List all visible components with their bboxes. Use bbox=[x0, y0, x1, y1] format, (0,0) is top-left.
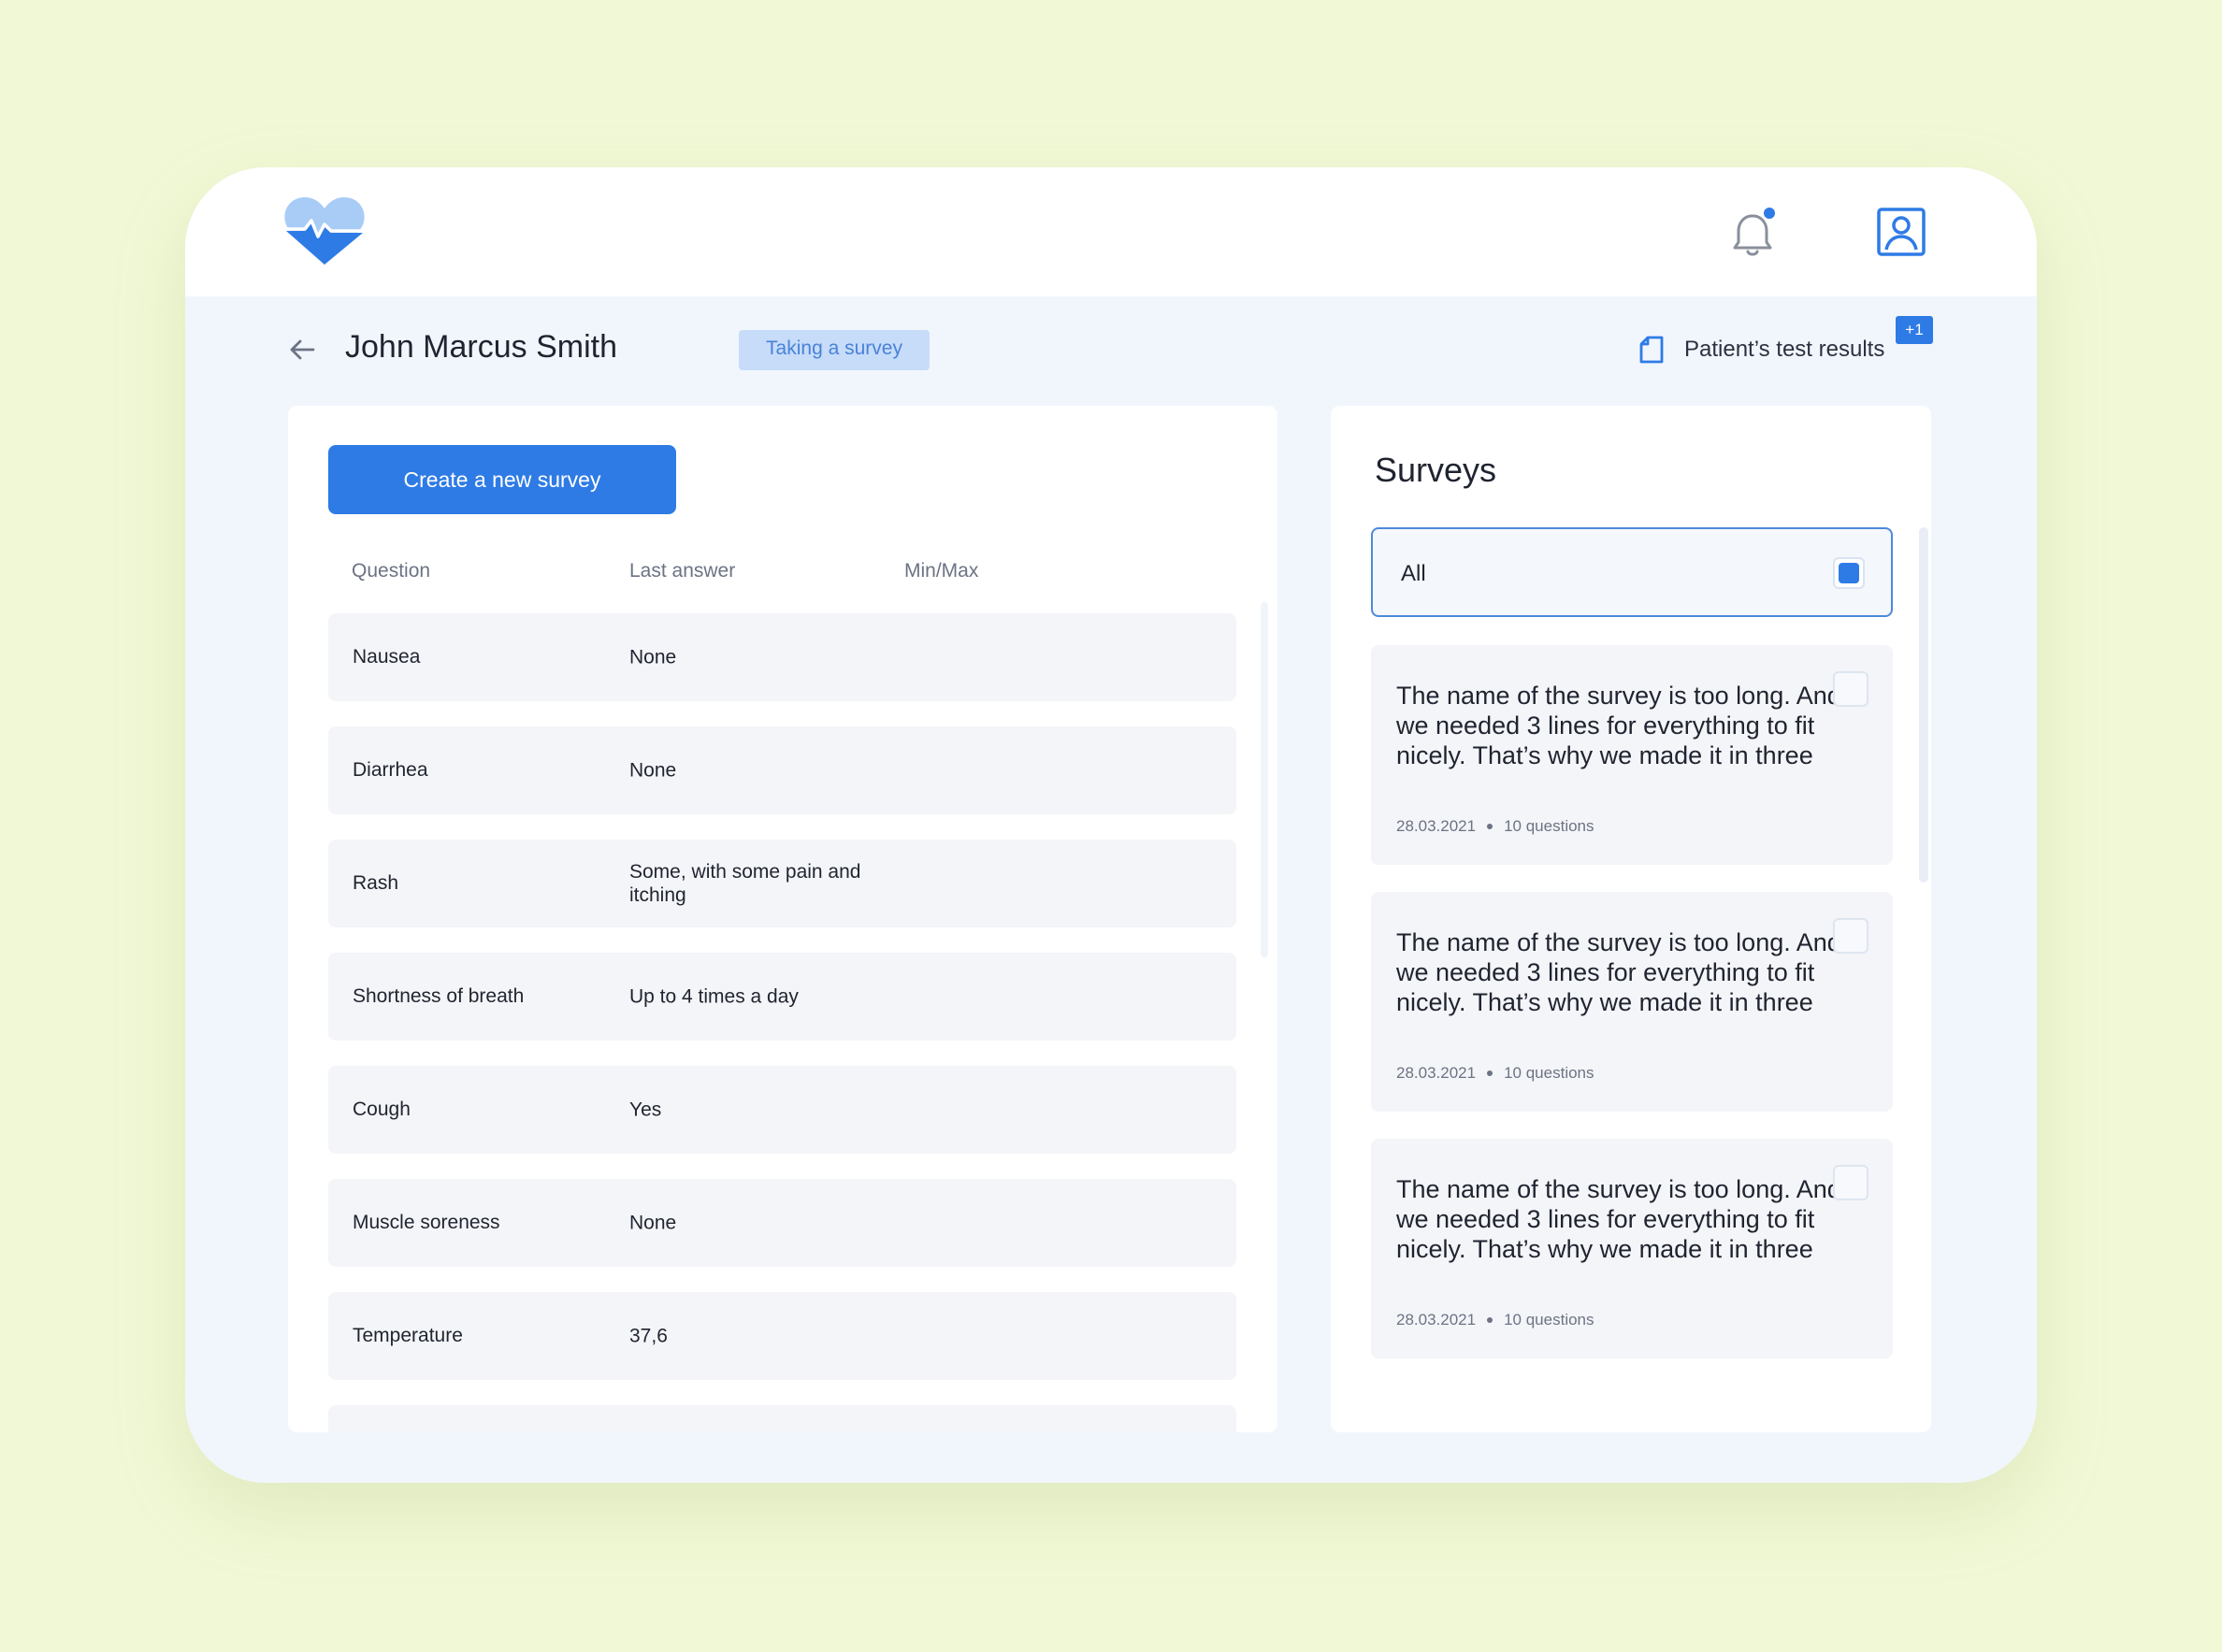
table-row[interactable]: Nausea None bbox=[328, 613, 1236, 701]
bell-icon[interactable] bbox=[1730, 207, 1779, 259]
survey-filter-all[interactable]: All bbox=[1371, 527, 1893, 617]
table-row-partial[interactable] bbox=[328, 1405, 1236, 1432]
survey-checkbox[interactable] bbox=[1833, 918, 1868, 954]
filter-all-label: All bbox=[1401, 561, 1426, 586]
survey-name: The name of the survey is too long. And … bbox=[1396, 928, 1841, 1016]
survey-card[interactable]: The name of the survey is too long. And … bbox=[1371, 1139, 1893, 1358]
test-results-count-badge: +1 bbox=[1896, 316, 1933, 344]
survey-checkbox[interactable] bbox=[1833, 671, 1868, 707]
answer-cell: Some, with some pain and itching bbox=[629, 861, 861, 906]
patient-test-results-link[interactable]: Patient’s test results bbox=[1639, 331, 1884, 368]
question-cell: Cough bbox=[353, 1099, 411, 1120]
top-bar bbox=[185, 167, 2037, 296]
create-survey-button[interactable]: Create a new survey bbox=[328, 445, 676, 514]
survey-name: The name of the survey is too long. And … bbox=[1396, 1175, 1841, 1263]
answer-cell: None bbox=[629, 646, 677, 668]
answer-cell: None bbox=[629, 1212, 677, 1234]
patient-name: John Marcus Smith bbox=[345, 329, 617, 365]
surveys-panel: Surveys All The name of the survey is to… bbox=[1331, 406, 1931, 1432]
survey-date: 28.03.2021 bbox=[1396, 1311, 1477, 1329]
question-cell: Muscle soreness bbox=[353, 1212, 500, 1233]
survey-meta: 28.03.2021 10 questions bbox=[1396, 817, 1594, 836]
column-header-question: Question bbox=[352, 560, 431, 582]
survey-date: 28.03.2021 bbox=[1396, 1064, 1477, 1082]
question-cell: Rash bbox=[353, 872, 399, 894]
survey-meta: 28.03.2021 10 questions bbox=[1396, 1311, 1594, 1329]
document-icon bbox=[1639, 336, 1664, 364]
column-header-min-max: Min/Max bbox=[904, 560, 979, 582]
surveys-scrollbar[interactable] bbox=[1919, 527, 1928, 883]
separator-dot bbox=[1487, 1070, 1493, 1076]
answer-cell: None bbox=[629, 759, 677, 782]
separator-dot bbox=[1487, 824, 1493, 829]
table-row[interactable]: Rash Some, with some pain and itching bbox=[328, 840, 1236, 927]
answer-cell: 37,6 bbox=[629, 1325, 668, 1347]
test-results-label: Patient’s test results bbox=[1684, 337, 1885, 362]
table-row[interactable]: Muscle soreness None bbox=[328, 1179, 1236, 1267]
questions-list: Nausea None Diarrhea None Rash Some, wit… bbox=[328, 613, 1236, 1432]
user-profile-icon[interactable] bbox=[1876, 207, 1926, 257]
survey-card[interactable]: The name of the survey is too long. And … bbox=[1371, 892, 1893, 1112]
survey-meta: 28.03.2021 10 questions bbox=[1396, 1064, 1594, 1083]
survey-question-count: 10 questions bbox=[1504, 817, 1594, 835]
filter-all-checkbox[interactable] bbox=[1833, 557, 1865, 589]
table-row[interactable]: Temperature 37,6 bbox=[328, 1292, 1236, 1380]
question-cell: Shortness of breath bbox=[353, 985, 525, 1007]
heart-pulse-icon[interactable] bbox=[284, 195, 365, 266]
question-cell: Temperature bbox=[353, 1325, 463, 1346]
survey-checkbox[interactable] bbox=[1833, 1165, 1868, 1200]
question-cell: Nausea bbox=[353, 646, 421, 668]
column-header-last-answer: Last answer bbox=[629, 560, 736, 582]
answer-cell: Up to 4 times a day bbox=[629, 985, 799, 1008]
notification-dot bbox=[1764, 208, 1775, 219]
table-row[interactable]: Diarrhea None bbox=[328, 726, 1236, 814]
survey-card[interactable]: The name of the survey is too long. And … bbox=[1371, 645, 1893, 865]
status-badge: Taking a survey bbox=[739, 330, 930, 370]
table-row[interactable]: Cough Yes bbox=[328, 1066, 1236, 1154]
separator-dot bbox=[1487, 1317, 1493, 1323]
answer-cell: Yes bbox=[629, 1099, 662, 1121]
survey-date: 28.03.2021 bbox=[1396, 817, 1477, 835]
table-row[interactable]: Shortness of breath Up to 4 times a day bbox=[328, 953, 1236, 1041]
app-window: John Marcus Smith Taking a survey Patien… bbox=[185, 167, 2037, 1483]
back-arrow-icon[interactable] bbox=[288, 336, 316, 364]
survey-name: The name of the survey is too long. And … bbox=[1396, 682, 1841, 769]
questions-panel: Create a new survey Question Last answer… bbox=[288, 406, 1277, 1432]
survey-question-count: 10 questions bbox=[1504, 1311, 1594, 1329]
surveys-title: Surveys bbox=[1375, 451, 1497, 489]
survey-question-count: 10 questions bbox=[1504, 1064, 1594, 1082]
questions-scrollbar[interactable] bbox=[1261, 602, 1268, 957]
question-cell: Diarrhea bbox=[353, 759, 428, 781]
